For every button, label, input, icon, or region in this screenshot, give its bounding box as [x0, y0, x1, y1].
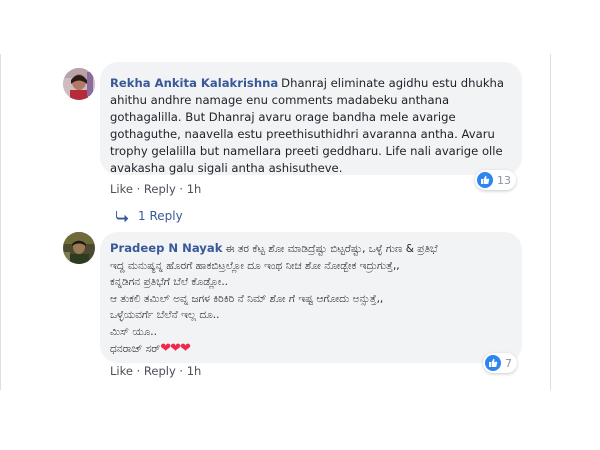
separator: ·	[136, 364, 141, 378]
comment-author[interactable]: Pradeep N Nayak	[110, 241, 222, 255]
heart-emoji-icon: ❤❤❤	[160, 341, 191, 356]
comment-bubble: Rekha Ankita Kalakrishna Dhanraj eliminat…	[100, 62, 522, 175]
comment-text: Dhanraj eliminate agidhu estu dhukha	[281, 76, 504, 90]
avatar[interactable]	[63, 68, 95, 100]
comment-author[interactable]: Rekha Ankita Kalakrishna	[110, 76, 278, 90]
separator: ·	[179, 182, 184, 196]
like-link[interactable]: Like	[110, 364, 133, 378]
comment-text: ಆ ತುಕಲಿ ತಮಿಲ್ ಅವ್ನ ಜಗಳ ಕಿರಿಕಿರಿ ನೆ ನಿಮ್ …	[110, 292, 384, 305]
comment-actions: Like · Reply · 1h	[110, 182, 201, 196]
separator: ·	[179, 364, 184, 378]
reaction-number: 13	[497, 173, 511, 187]
comment-text: gothaguthe, naavella estu preethisuthidh…	[110, 127, 495, 141]
comment-text: ahithu andhre namage enu comments madabe…	[110, 93, 450, 107]
reaction-number: 7	[505, 356, 512, 370]
reaction-count[interactable]: 13	[475, 170, 516, 190]
timestamp[interactable]: 1h	[187, 364, 202, 378]
comment-text: ಕನ್ನಡಿಗನ ಪ್ರತಿಭೆಗೆ ಬೆಲೆ ಕೊಡ್ಲೋ..	[110, 276, 228, 288]
like-link[interactable]: Like	[110, 182, 133, 196]
comment-text: ಒಳ್ಳೆಯವರ್ಗೆ ಬೆಲೆನೆ ಇಲ್ಲ ದೂ..	[110, 309, 220, 321]
like-reaction-icon	[477, 172, 493, 188]
like-reaction-icon	[485, 355, 501, 371]
separator: ·	[136, 182, 141, 196]
view-replies-link[interactable]: 1 Reply	[116, 209, 183, 223]
timestamp[interactable]: 1h	[187, 182, 202, 196]
reply-link[interactable]: Reply	[144, 182, 176, 196]
comment-text: trophy gelalilla but namellara preeti ge…	[110, 144, 503, 158]
comment-text: ಮಿಸ್ ಯೂ..	[110, 325, 157, 338]
reaction-count[interactable]: 7	[483, 353, 517, 373]
avatar[interactable]	[63, 232, 95, 264]
comment-actions: Like · Reply · 1h	[110, 364, 201, 378]
reply-arrow-icon	[116, 210, 129, 222]
comment-text: gothagalilla. But Dhanraj avaru orage ba…	[110, 110, 456, 124]
comment-text: ಈ ತರ ಕೆಟ್ಟ ಶೋ ಮಾಡಿದ್ರೆಷ್ಟು ಬಿಟ್ಟರೆಷ್ಟು, …	[225, 243, 438, 255]
comment-text: ಧನರಾಜ್ ಸರ್	[110, 343, 161, 355]
comment-text: ಇದ್ದ ಮನುಷ್ಯನ್ನ ಹೊರಗೆ ಹಾಕಬಿಟ್ರಲ್ಲೋ ದೂ ಇಂಥ…	[110, 259, 400, 272]
comment-bubble: Pradeep N Nayak ಈ ತರ ಕೆಟ್ಟ ಶೋ ಮಾಡಿದ್ರೆಷ್ಟ…	[100, 232, 522, 363]
replies-count-label: 1 Reply	[138, 209, 183, 223]
comment-text: avakasha galu sigali antha ashisutheve.	[110, 161, 343, 175]
reply-link[interactable]: Reply	[144, 364, 176, 378]
